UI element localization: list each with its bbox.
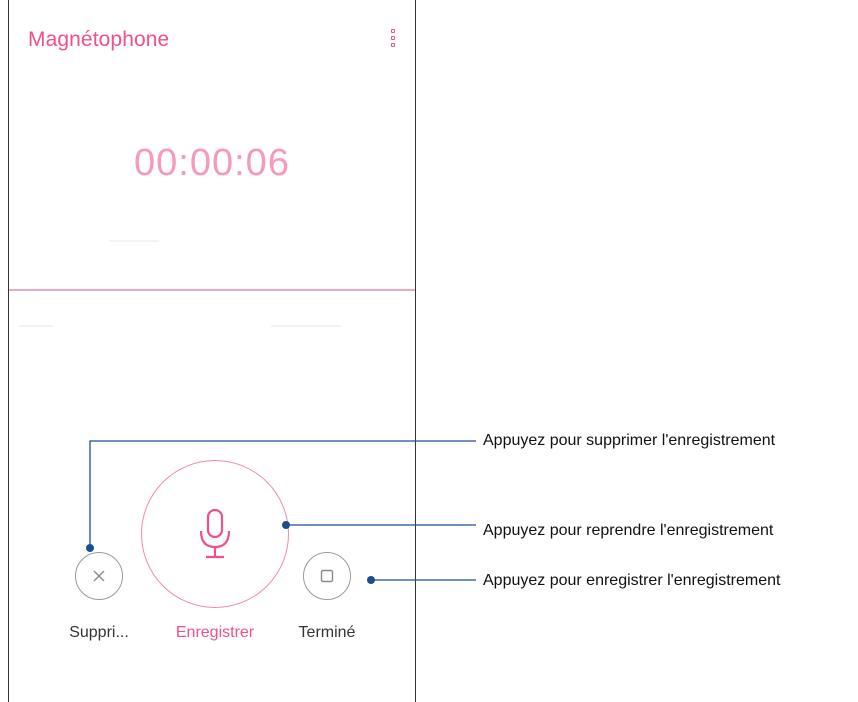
callout-done-text: Appuyez pour enregistrer l'enregistremen… (483, 572, 781, 589)
callout-lines (86, 440, 476, 584)
callout-dot-delete (86, 544, 94, 552)
callout-dot-record (282, 521, 290, 529)
callout-line-delete (89, 440, 476, 548)
callout-dot-done (367, 576, 375, 584)
callout-delete-text: Appuyez pour supprimer l'enregistrement (483, 432, 776, 449)
callout-record-text: Appuyez pour reprendre l'enregistrement (483, 522, 774, 539)
